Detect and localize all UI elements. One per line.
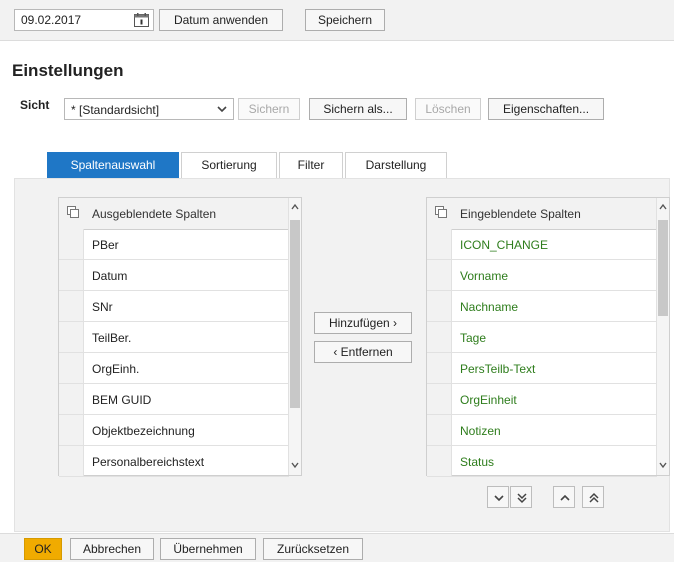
move-up-button[interactable] bbox=[553, 486, 575, 508]
row-selector[interactable] bbox=[59, 322, 84, 352]
shown-columns-table: Eingeblendete Spalten ICON_CHANGE Vornam… bbox=[426, 197, 670, 477]
hidden-columns-scrollbar[interactable] bbox=[288, 198, 301, 475]
row-label: ICON_CHANGE bbox=[460, 238, 549, 252]
apply-button[interactable]: Übernehmen bbox=[160, 538, 256, 560]
scrollbar-thumb[interactable] bbox=[290, 220, 300, 408]
remove-column-button[interactable]: ‹ Entfernen bbox=[314, 341, 412, 363]
table-row[interactable]: PersTeilb-Text bbox=[427, 353, 657, 384]
ok-button[interactable]: OK bbox=[24, 538, 62, 560]
row-selector[interactable] bbox=[59, 260, 84, 290]
table-row[interactable]: Nachname bbox=[427, 291, 657, 322]
table-row[interactable]: Personalbereichstext bbox=[59, 446, 289, 477]
row-selector[interactable] bbox=[427, 353, 452, 383]
row-selector[interactable] bbox=[59, 291, 84, 321]
chevron-up-icon bbox=[560, 494, 570, 501]
save-button[interactable]: Speichern bbox=[305, 9, 385, 31]
table-row[interactable]: Status bbox=[427, 446, 657, 477]
apply-date-button[interactable]: Datum anwenden bbox=[159, 9, 283, 31]
shown-columns-scrollbar[interactable] bbox=[656, 198, 669, 475]
view-label: Sicht bbox=[20, 98, 50, 112]
row-selector[interactable] bbox=[427, 291, 452, 321]
chevron-up-icon[interactable] bbox=[290, 202, 300, 212]
row-label: Status bbox=[460, 455, 495, 469]
move-bottom-button[interactable] bbox=[510, 486, 532, 508]
select-all-icon[interactable] bbox=[67, 206, 79, 218]
reset-button[interactable]: Zurücksetzen bbox=[263, 538, 363, 560]
row-label: SNr bbox=[92, 300, 113, 314]
row-selector[interactable] bbox=[59, 384, 84, 414]
table-row[interactable]: SNr bbox=[59, 291, 289, 322]
row-label: Nachname bbox=[460, 300, 519, 314]
date-field[interactable] bbox=[14, 9, 154, 31]
table-row[interactable]: ICON_CHANGE bbox=[427, 229, 657, 260]
chevron-down-icon bbox=[217, 106, 227, 113]
top-toolbar: Datum anwenden Speichern bbox=[0, 0, 674, 41]
row-selector[interactable] bbox=[59, 415, 84, 445]
table-row[interactable]: Datum bbox=[59, 260, 289, 291]
view-select[interactable]: * [Standardsicht] bbox=[64, 98, 234, 120]
row-selector[interactable] bbox=[59, 353, 84, 383]
view-delete-button[interactable]: Löschen bbox=[415, 98, 481, 120]
chevron-down-icon[interactable] bbox=[290, 460, 300, 470]
row-label: PersTeilb-Text bbox=[460, 362, 536, 376]
add-column-button[interactable]: Hinzufügen › bbox=[314, 312, 412, 334]
row-selector[interactable] bbox=[427, 260, 452, 290]
row-selector[interactable] bbox=[59, 446, 84, 476]
row-selector[interactable] bbox=[59, 229, 84, 259]
row-label: Vorname bbox=[460, 269, 509, 283]
move-top-button[interactable] bbox=[582, 486, 604, 508]
double-chevron-up-icon bbox=[589, 492, 599, 503]
chevron-up-icon[interactable] bbox=[658, 202, 668, 212]
table-row[interactable]: BEM GUID bbox=[59, 384, 289, 415]
row-label: BEM GUID bbox=[92, 393, 152, 407]
row-label: Tage bbox=[460, 331, 487, 345]
hidden-columns-table: Ausgeblendete Spalten PBer Datum SNr Tei… bbox=[58, 197, 302, 477]
row-label: Personalbereichstext bbox=[92, 455, 205, 469]
cancel-button[interactable]: Abbrechen bbox=[70, 538, 154, 560]
tab-column-selection[interactable]: Spaltenauswahl bbox=[47, 152, 179, 178]
table-row[interactable]: Objektbezeichnung bbox=[59, 415, 289, 446]
table-row[interactable]: Notizen bbox=[427, 415, 657, 446]
row-label: Datum bbox=[92, 269, 128, 283]
table-row[interactable]: Tage bbox=[427, 322, 657, 353]
row-selector[interactable] bbox=[427, 415, 452, 445]
row-label: OrgEinh. bbox=[92, 362, 140, 376]
shown-columns-header: Eingeblendete Spalten bbox=[427, 198, 657, 230]
hidden-columns-title: Ausgeblendete Spalten bbox=[92, 207, 217, 221]
view-select-value: * [Standardsicht] bbox=[71, 103, 160, 117]
tab-display[interactable]: Darstellung bbox=[345, 152, 447, 178]
move-down-button[interactable] bbox=[487, 486, 509, 508]
table-row[interactable]: TeilBer. bbox=[59, 322, 289, 353]
date-input[interactable] bbox=[15, 10, 131, 30]
row-selector[interactable] bbox=[427, 322, 452, 352]
tab-sorting[interactable]: Sortierung bbox=[181, 152, 277, 178]
table-row[interactable]: OrgEinheit bbox=[427, 384, 657, 415]
row-selector[interactable] bbox=[427, 384, 452, 414]
table-row[interactable]: PBer bbox=[59, 229, 289, 260]
hidden-columns-header: Ausgeblendete Spalten bbox=[59, 198, 289, 230]
row-selector[interactable] bbox=[427, 446, 452, 476]
page-title: Einstellungen bbox=[12, 61, 124, 80]
row-label: Notizen bbox=[460, 424, 501, 438]
view-save-button[interactable]: Sichern bbox=[238, 98, 300, 120]
double-chevron-down-icon bbox=[517, 493, 527, 504]
view-save-as-button[interactable]: Sichern als... bbox=[309, 98, 407, 120]
row-label: OrgEinheit bbox=[460, 393, 517, 407]
calendar-icon[interactable] bbox=[134, 13, 149, 27]
scrollbar-thumb[interactable] bbox=[658, 220, 668, 316]
row-label: TeilBer. bbox=[92, 331, 132, 345]
row-label: PBer bbox=[92, 238, 119, 252]
row-label: Objektbezeichnung bbox=[92, 424, 195, 438]
tab-filter[interactable]: Filter bbox=[279, 152, 343, 178]
dialog-footer: OK Abbrechen Übernehmen Zurücksetzen bbox=[0, 533, 674, 562]
shown-columns-title: Eingeblendete Spalten bbox=[460, 207, 581, 221]
select-all-icon[interactable] bbox=[435, 206, 447, 218]
chevron-down-icon[interactable] bbox=[658, 460, 668, 470]
view-properties-button[interactable]: Eigenschaften... bbox=[488, 98, 604, 120]
chevron-down-icon bbox=[494, 495, 504, 502]
row-selector[interactable] bbox=[427, 229, 452, 259]
table-row[interactable]: OrgEinh. bbox=[59, 353, 289, 384]
table-row[interactable]: Vorname bbox=[427, 260, 657, 291]
